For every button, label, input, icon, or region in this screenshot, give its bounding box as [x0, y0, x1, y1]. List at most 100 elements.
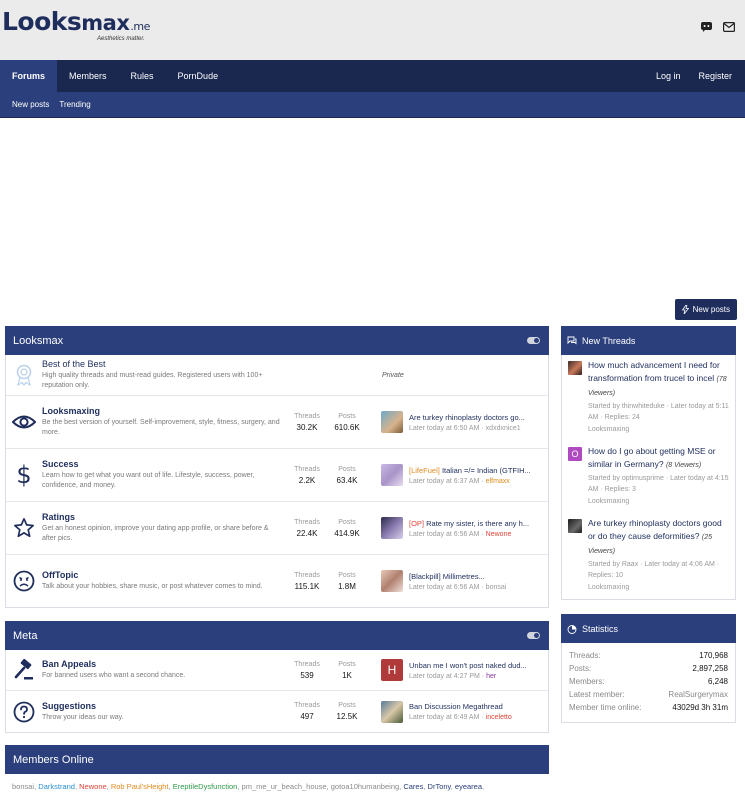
avatar[interactable] — [381, 464, 403, 486]
award-icon — [6, 364, 42, 386]
online-member[interactable]: pm_me_ur_beach_house — [242, 782, 327, 791]
new-thread-item[interactable]: O How do I go about getting MSE or simil… — [568, 445, 729, 507]
online-member[interactable]: Cares — [403, 782, 423, 791]
thread-forum[interactable]: Looksmaxing — [588, 424, 729, 435]
statistics-header: Statistics — [561, 614, 736, 643]
sub-nav: New posts Trending — [0, 92, 745, 118]
last-post[interactable]: H Unban me I won't post naked dud... Lat… — [381, 659, 541, 681]
mail-icon[interactable] — [723, 21, 735, 33]
last-post-title[interactable]: Italian =/= Indian (GTFIH... — [442, 466, 531, 475]
posts-count: 12.5K — [336, 712, 358, 721]
site-tagline: Aesthetics matter. — [97, 36, 145, 42]
node-ratings[interactable]: Ratings Get an honest opinion, improve y… — [6, 502, 548, 555]
last-post-user[interactable]: xdxdxnice1 — [486, 425, 521, 432]
nav-tab-rules[interactable]: Rules — [119, 60, 166, 92]
threads-label: Threads — [294, 518, 320, 526]
node-description: Learn how to get what you want out of li… — [42, 472, 255, 489]
last-post-user[interactable]: bonsai — [486, 584, 507, 591]
thread-forum[interactable]: Looksmaxing — [588, 496, 729, 507]
threads-count: 497 — [300, 712, 314, 721]
login-link[interactable]: Log in — [656, 71, 681, 81]
node-description: High quality threads and must-read guide… — [42, 372, 263, 389]
collapse-toggle[interactable] — [527, 632, 540, 639]
node-title[interactable]: Best of the Best — [42, 359, 281, 369]
nav-tab-members[interactable]: Members — [57, 60, 119, 92]
online-member[interactable]: Darkstrand — [38, 782, 75, 791]
online-member[interactable]: gotoa10humanbeing — [331, 782, 399, 791]
stat-row-members: Members: 6,248 — [569, 677, 728, 686]
node-description: Talk about your hobbies, share music, or… — [42, 583, 263, 590]
online-member[interactable]: bonsai — [12, 782, 34, 791]
node-title[interactable]: OffTopic — [42, 570, 281, 580]
site-logo[interactable]: Looksmax.me — [2, 9, 150, 34]
last-post-title[interactable]: Ban Discussion Megathread — [409, 702, 539, 711]
posts-label: Posts — [338, 571, 356, 579]
thread-meta: Started by Raax · Later today at 4:06 AM… — [588, 561, 720, 579]
last-post[interactable]: Ban Discussion Megathread Later today at… — [381, 700, 541, 723]
statistics-body: Threads: 170,968 Posts: 2,897,258 Members:… — [561, 643, 736, 723]
avatar[interactable] — [381, 700, 403, 723]
last-post-user[interactable]: her — [486, 673, 496, 680]
online-member[interactable]: Newone — [79, 782, 107, 791]
online-member[interactable]: EreptileDysfunction — [173, 782, 238, 791]
last-post[interactable]: Are turkey rhinoplasty doctors go... Lat… — [381, 411, 541, 433]
nav-tab-porndude[interactable]: PornDude — [166, 60, 231, 92]
node-suggestions[interactable]: Suggestions Throw your ideas our way. Th… — [6, 691, 548, 732]
threads-count: 539 — [300, 670, 314, 680]
avatar-letter: H — [387, 663, 397, 677]
node-best-of-the-best[interactable]: Best of the Best High quality threads an… — [6, 355, 548, 396]
members-online-header: Members Online — [5, 745, 549, 774]
stat-row-latest-member[interactable]: Latest member: RealSurgerymax — [569, 688, 728, 701]
avatar[interactable]: H — [381, 659, 403, 681]
collapse-toggle[interactable] — [527, 337, 540, 344]
posts-count: 1K — [342, 670, 352, 680]
last-post-title[interactable]: Rate my sister, is there any h... — [426, 519, 529, 528]
thread-title[interactable]: Are turkey rhinoplasty doctors good or d… — [588, 517, 729, 558]
last-post-time: Later today at 6:56 AM — [409, 530, 480, 538]
stat-row-threads: Threads: 170,968 — [569, 651, 728, 660]
new-thread-item[interactable]: Are turkey rhinoplasty doctors good or d… — [568, 517, 729, 593]
node-title[interactable]: Suggestions — [42, 701, 281, 711]
register-link[interactable]: Register — [698, 71, 732, 81]
last-post[interactable]: [OP] Rate my sister, is there any h... L… — [381, 517, 541, 539]
node-success[interactable]: $ Success Learn how to get what you want… — [6, 449, 548, 502]
subnav-new-posts[interactable]: New posts — [12, 100, 49, 109]
last-post-user[interactable]: inceletto — [486, 714, 512, 721]
node-offtopic[interactable]: OffTopic Talk about your hobbies, share … — [6, 555, 548, 607]
last-post-title[interactable]: [Blackpill] Millimetres... — [409, 572, 539, 581]
online-member[interactable]: Rob Paul'sHeight — [111, 782, 169, 791]
avatar[interactable] — [568, 361, 582, 375]
thread-prefix: [LifeFuel] — [409, 465, 440, 475]
last-post[interactable]: [Blackpill] Millimetres... Later today a… — [381, 570, 541, 592]
thread-title[interactable]: How much advancement I need for transfor… — [588, 359, 729, 400]
avatar[interactable]: O — [568, 447, 582, 461]
online-member[interactable]: eyearea — [455, 782, 482, 791]
category-header-looksmax[interactable]: Looksmax — [5, 326, 549, 355]
last-post-title[interactable]: Are turkey rhinoplasty doctors go... — [409, 413, 539, 422]
pie-chart-icon — [567, 624, 577, 634]
thread-forum[interactable]: Looksmaxing — [588, 582, 729, 593]
online-member[interactable]: DrTony — [428, 782, 451, 791]
node-looksmaxing[interactable]: Looksmaxing Be the best version of yours… — [6, 396, 548, 449]
avatar[interactable] — [381, 570, 403, 592]
last-post-user[interactable]: Newone — [486, 531, 512, 538]
avatar[interactable] — [381, 411, 403, 433]
avatar[interactable] — [568, 519, 582, 533]
nav-tab-forums[interactable]: Forums — [0, 60, 58, 92]
subnav-trending[interactable]: Trending — [59, 100, 90, 109]
thread-title[interactable]: How do I go about getting MSE or similar… — [588, 445, 729, 472]
posts-label: Posts — [338, 702, 356, 709]
node-title[interactable]: Success — [42, 459, 281, 469]
new-posts-button[interactable]: New posts — [674, 299, 737, 320]
node-title[interactable]: Looksmaxing — [42, 406, 281, 416]
last-post-user[interactable]: elfmaxx — [486, 478, 510, 485]
node-ban-appeals[interactable]: Ban Appeals For banned users who want a … — [6, 650, 548, 691]
avatar[interactable] — [381, 517, 403, 539]
new-thread-item[interactable]: How much advancement I need for transfor… — [568, 359, 729, 435]
last-post[interactable]: [LifeFuel] Italian =/= Indian (GTFIH... … — [381, 464, 541, 486]
last-post-title[interactable]: Unban me I won't post naked dud... — [409, 661, 539, 670]
node-title[interactable]: Ban Appeals — [42, 659, 281, 669]
discord-icon[interactable] — [700, 21, 712, 33]
category-header-meta[interactable]: Meta — [5, 621, 549, 650]
node-title[interactable]: Ratings — [42, 512, 281, 522]
